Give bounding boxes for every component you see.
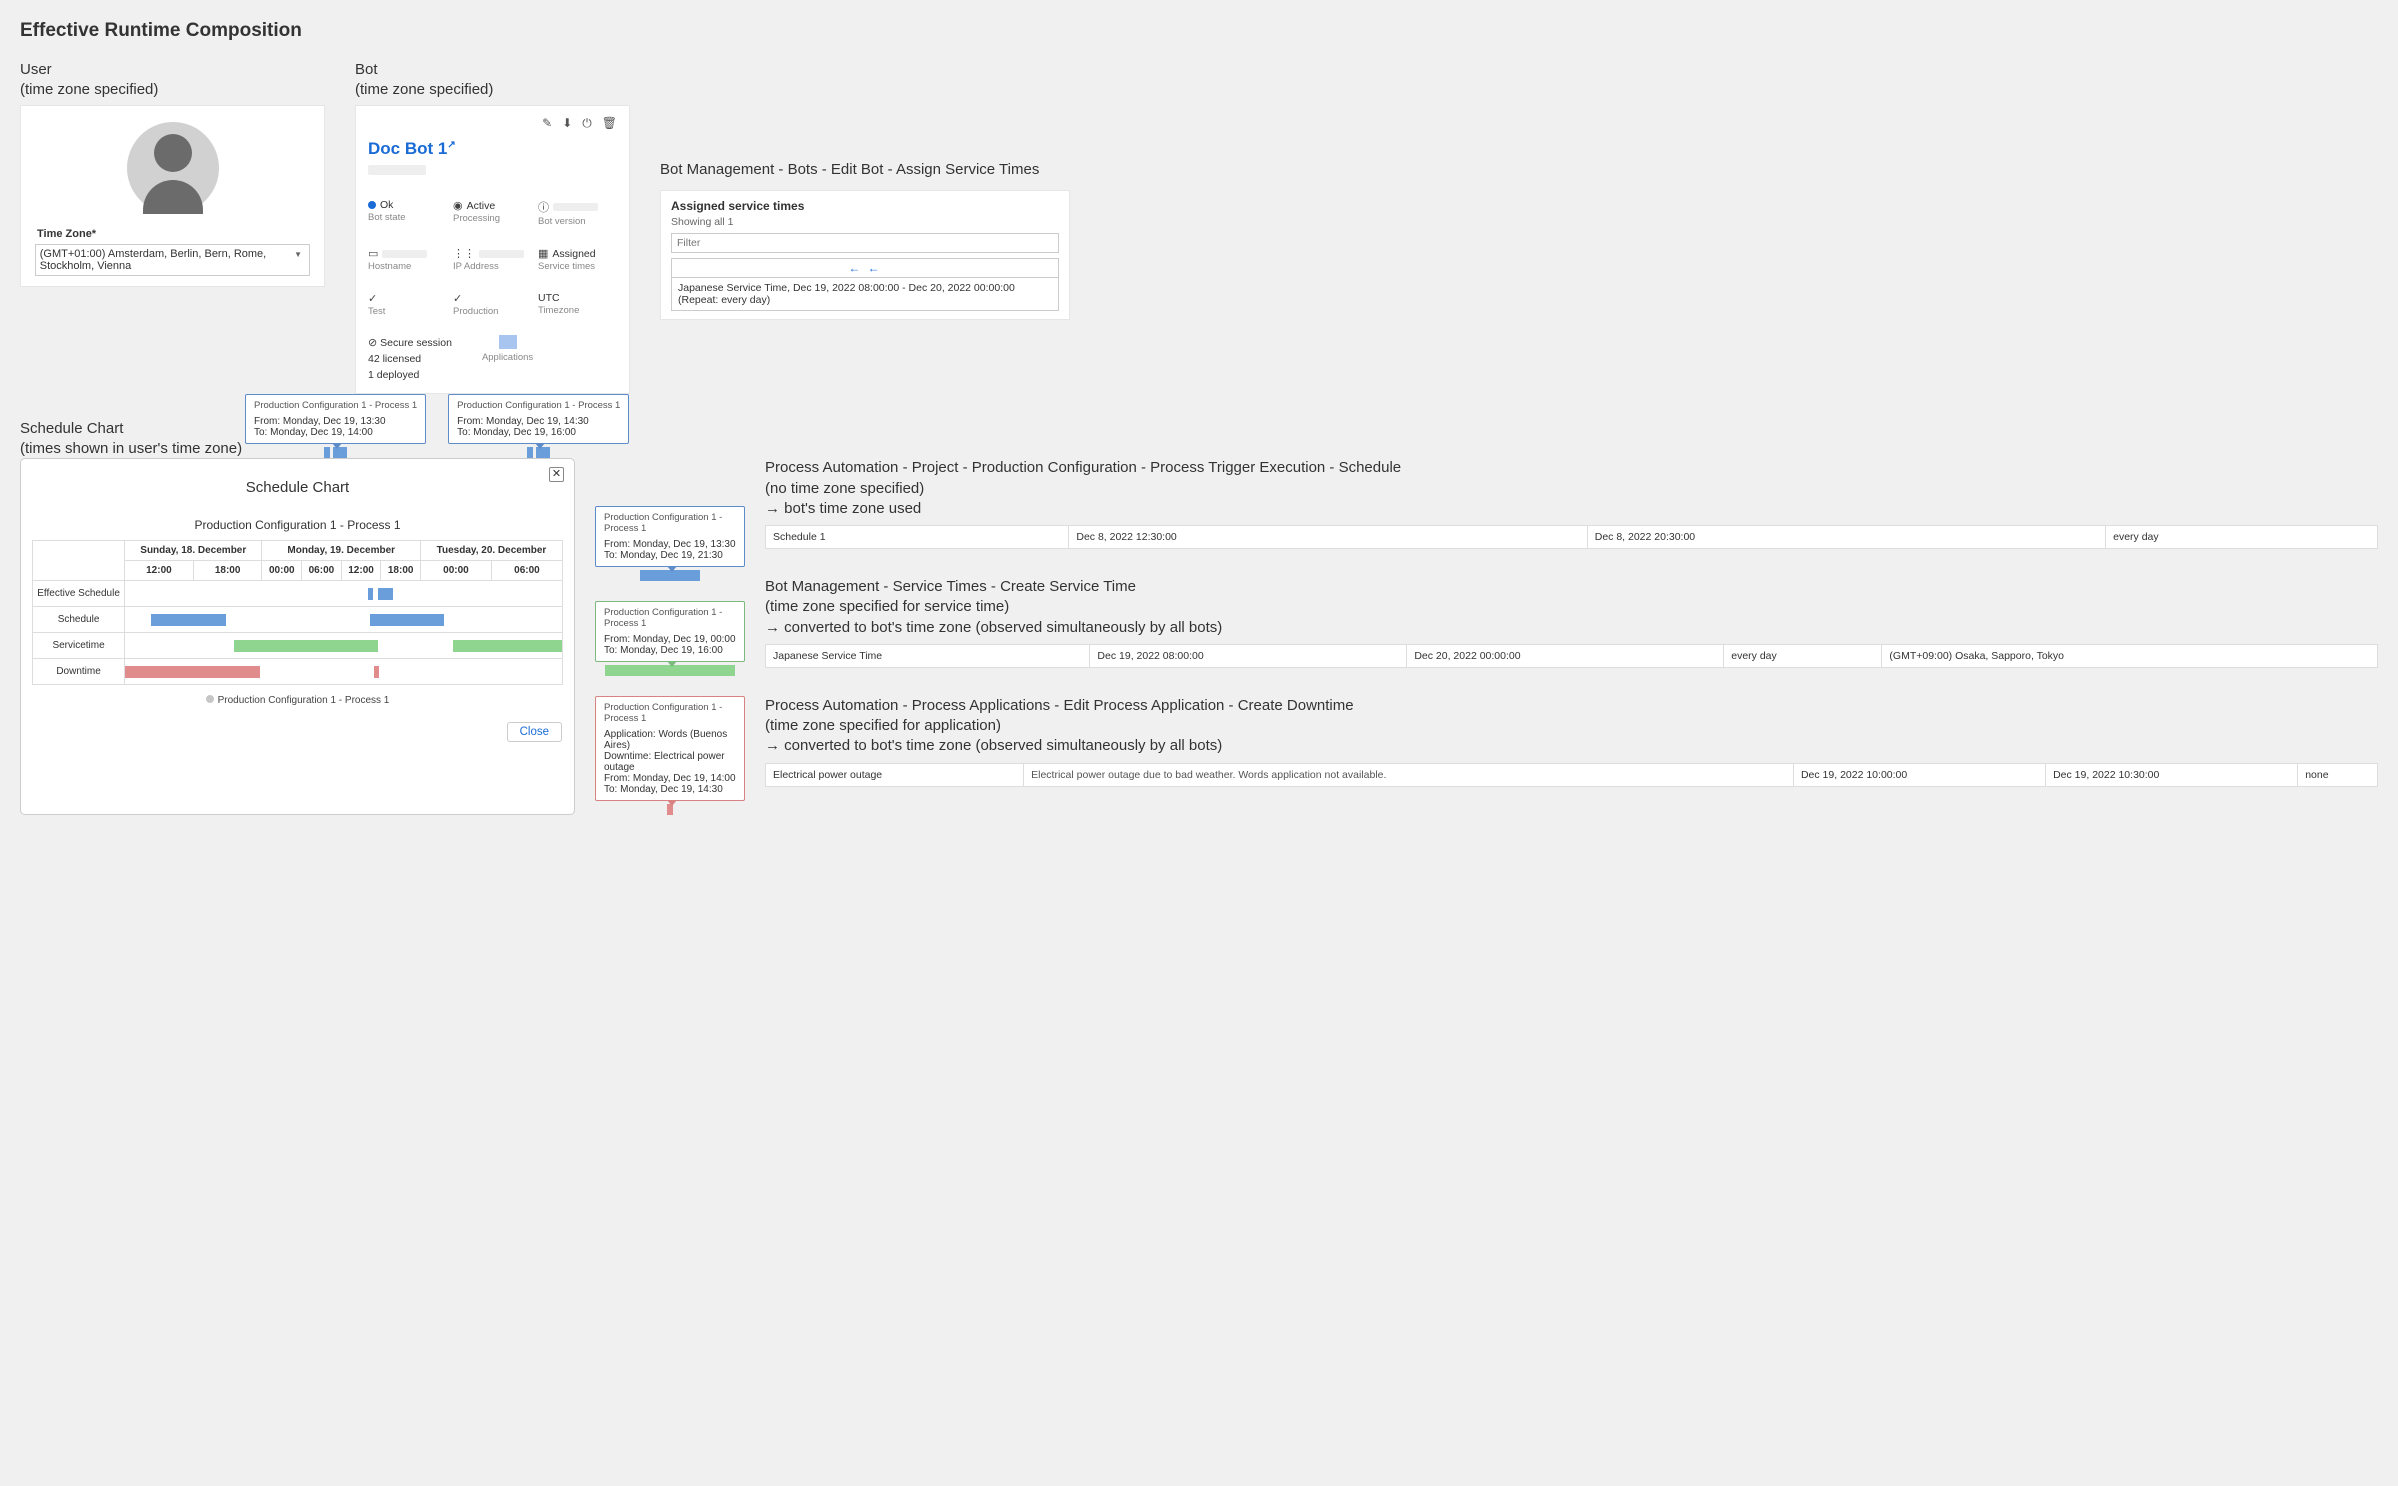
section-heading-schedule: Process Automation - Project - Productio… (765, 458, 2378, 519)
bar-schedule[interactable] (151, 614, 225, 626)
bar-servicetime[interactable] (234, 640, 378, 652)
bar-effective[interactable] (378, 588, 392, 600)
table-cell[interactable]: Dec 8, 2022 20:30:00 (1587, 526, 2105, 549)
table-cell[interactable]: Dec 8, 2022 12:30:00 (1069, 526, 1587, 549)
row-label: Effective Schedule (33, 581, 125, 607)
blur-placeholder (368, 165, 426, 175)
table-cell[interactable]: Electrical power outage (766, 763, 1024, 786)
bar-downtime[interactable] (125, 666, 260, 678)
section-heading-servicetime: Bot Management - Service Times - Create … (765, 577, 2378, 638)
schedule-chart-label: Schedule Chart (times shown in user's ti… (20, 419, 245, 458)
shield-icon: ⊘ (368, 337, 377, 349)
filter-input[interactable] (671, 233, 1059, 253)
table-cell[interactable]: none (2298, 763, 2378, 786)
table-cell[interactable]: (GMT+09:00) Osaka, Sapporo, Tokyo (1882, 644, 2378, 667)
tooltip-effective-1: Production Configuration 1 - Process 1 F… (245, 394, 426, 444)
table-cell[interactable]: every day (1724, 644, 1882, 667)
bot-card: ✎ ⬇ ⏻ 🗑 Doc Bot 1↗ Ok Bot state ◉Active … (355, 105, 630, 394)
timezone-select[interactable]: (GMT+01:00) Amsterdam, Berlin, Bern, Rom… (35, 244, 311, 276)
downtime-table: Electrical power outage Electrical power… (765, 763, 2378, 787)
nav-arrows[interactable]: ← ← (671, 258, 1059, 277)
timezone-label: Time Zone* (37, 228, 316, 240)
chart-legend: Production Configuration 1 - Process 1 (21, 695, 574, 706)
servicetime-table: Japanese Service Time Dec 19, 2022 08:00… (765, 644, 2378, 668)
schedule-table: Schedule 1 Dec 8, 2022 12:30:00 Dec 8, 2… (765, 525, 2378, 549)
download-icon[interactable]: ⬇ (562, 116, 572, 131)
schedule-chart: ✕ Schedule Chart Production Configuratio… (20, 458, 575, 815)
host-icon: ▭ (368, 247, 378, 260)
network-icon: ⋮⋮ (453, 247, 475, 260)
bar-segment (324, 447, 330, 458)
service-times-heading: Bot Management - Bots - Edit Bot - Assig… (660, 160, 2378, 180)
external-link-icon: ↗ (447, 139, 455, 150)
table-cell[interactable]: every day (2106, 526, 2378, 549)
table-cell[interactable]: Japanese Service Time (766, 644, 1090, 667)
service-time-row[interactable]: Japanese Service Time, Dec 19, 2022 08:0… (671, 277, 1059, 311)
table-cell[interactable]: Schedule 1 (766, 526, 1069, 549)
bar-segment (527, 447, 533, 458)
day-header: Monday, 19. December (262, 541, 421, 561)
calendar-icon: ▦ (538, 247, 548, 260)
tooltip-effective-2: Production Configuration 1 - Process 1 F… (448, 394, 629, 444)
day-header: Tuesday, 20. December (420, 541, 562, 561)
table-cell[interactable]: Electrical power outage due to bad weath… (1024, 763, 1794, 786)
check-icon: ✓ (368, 292, 377, 305)
avatar (127, 122, 219, 214)
svc-title: Assigned service times (671, 199, 1059, 213)
tooltip-schedule: Production Configuration 1 - Process 1 F… (595, 506, 745, 567)
service-times-panel: Assigned service times Showing all 1 ← ←… (660, 190, 1070, 320)
tooltip-servicetime: Production Configuration 1 - Process 1 F… (595, 601, 745, 662)
table-cell[interactable]: Dec 20, 2022 00:00:00 (1407, 644, 1724, 667)
power-icon[interactable]: ⏻ (582, 116, 592, 131)
activity-icon: ◉ (453, 199, 463, 212)
info-icon: ⓘ (538, 199, 549, 215)
table-cell[interactable]: Dec 19, 2022 08:00:00 (1090, 644, 1407, 667)
page-title: Effective Runtime Composition (20, 20, 2378, 42)
bar-effective[interactable] (368, 588, 373, 600)
status-dot-icon (368, 201, 376, 209)
bot-label: Bot (time zone specified) (355, 60, 630, 99)
apps-icon[interactable] (499, 335, 517, 349)
chart-subtitle: Production Configuration 1 - Process 1 (21, 518, 574, 532)
trash-icon[interactable]: 🗑 (602, 116, 617, 131)
edit-icon[interactable]: ✎ (542, 116, 552, 131)
bot-name[interactable]: Doc Bot 1↗ (368, 139, 617, 159)
close-icon[interactable]: ✕ (549, 467, 564, 482)
table-cell[interactable]: Dec 19, 2022 10:00:00 (1793, 763, 2045, 786)
row-label: Servicetime (33, 633, 125, 659)
user-card: Time Zone* (GMT+01:00) Amsterdam, Berlin… (20, 105, 325, 287)
section-heading-downtime: Process Automation - Process Application… (765, 696, 2378, 757)
bar-downtime[interactable] (374, 666, 379, 678)
table-cell[interactable]: Dec 19, 2022 10:30:00 (2046, 763, 2298, 786)
user-label: User (time zone specified) (20, 60, 325, 99)
bar-servicetime[interactable] (453, 640, 562, 652)
svc-showing: Showing all 1 (671, 216, 1059, 228)
day-header: Sunday, 18. December (125, 541, 262, 561)
bar-schedule[interactable] (370, 614, 444, 626)
close-button[interactable]: Close (507, 722, 562, 742)
tooltip-downtime: Production Configuration 1 - Process 1 A… (595, 696, 745, 801)
chart-title: Schedule Chart (21, 473, 574, 518)
row-label: Schedule (33, 607, 125, 633)
row-label: Downtime (33, 659, 125, 685)
check-icon: ✓ (453, 292, 462, 305)
